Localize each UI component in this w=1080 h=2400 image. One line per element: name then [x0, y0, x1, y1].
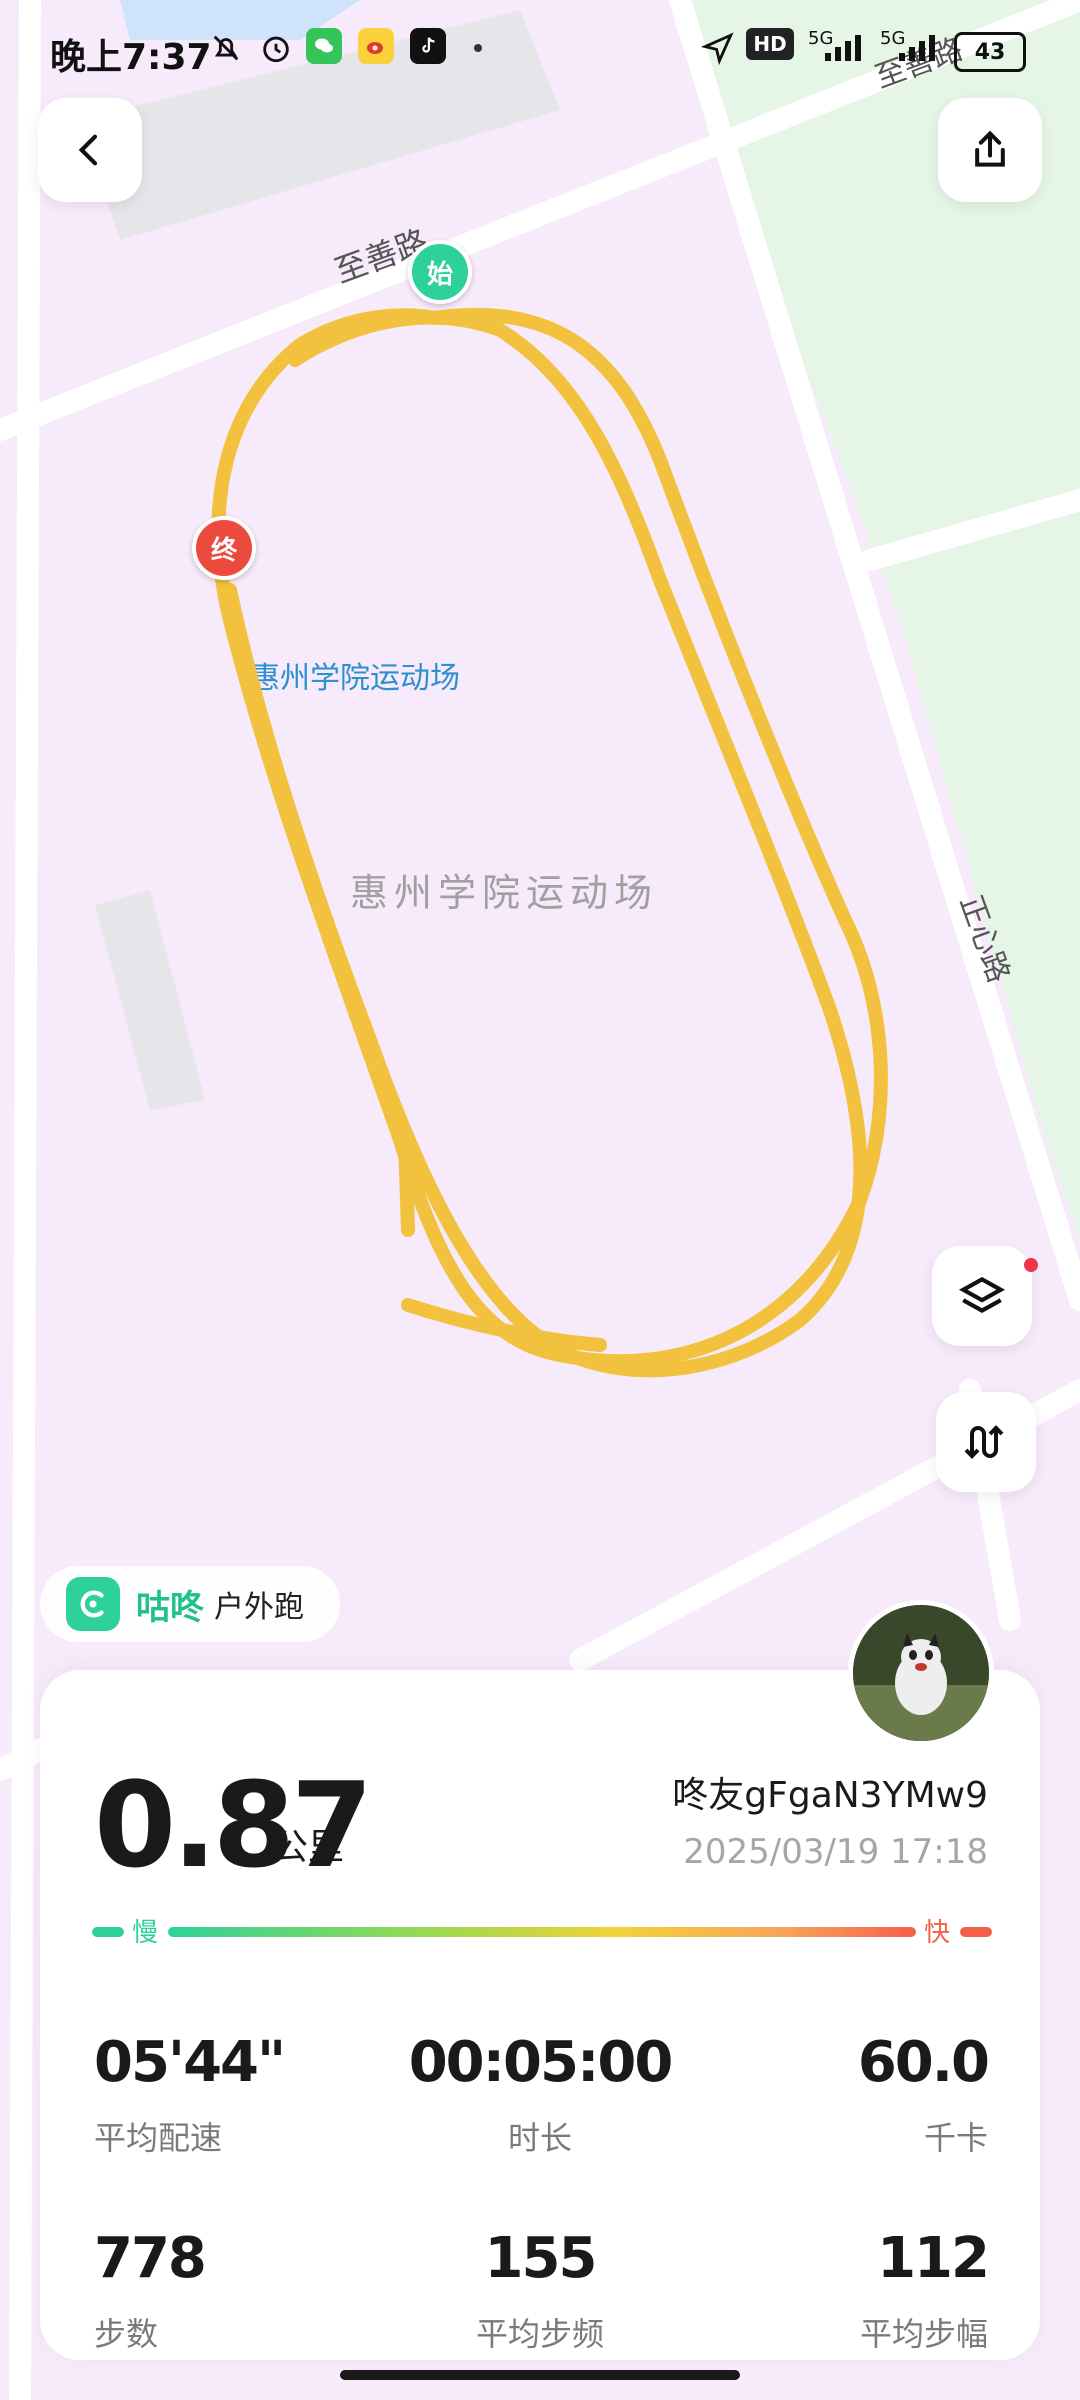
status-time: 晚上7:37 [50, 37, 212, 78]
hd-icon: HD [746, 28, 794, 60]
venue-label-gray: 惠州学院运动场 [350, 873, 658, 915]
summary-card: 0.87 公里 咚友gFgaN3YMw9 2025/03/19 17:18 慢 … [40, 1670, 1040, 2360]
notification-dot-icon [474, 44, 482, 52]
pace-legend: 慢 快 [92, 1912, 992, 1948]
stat-label: 平均配速 [94, 2119, 223, 2157]
wechat-icon [306, 28, 342, 64]
map-layers-button[interactable] [932, 1246, 1032, 1346]
brand-chip: 咕咚 户外跑 [40, 1566, 340, 1642]
pace-fast-label: 快 [923, 1918, 950, 1948]
alarm-icon [256, 28, 296, 68]
stat-label: 千卡 [923, 2119, 988, 2157]
chevron-left-icon [78, 134, 98, 166]
stat-label: 平均步幅 [859, 2315, 988, 2353]
pace-gradient [168, 1927, 916, 1937]
stat-calories: 60.0 千卡 [857, 2030, 990, 2159]
signal-icon-2 [896, 28, 946, 68]
end-marker-label: 终 [210, 535, 237, 566]
stat-value: 112 [877, 2226, 990, 2291]
layers-notification-dot-icon [1024, 1258, 1038, 1272]
stat-value: 05'44" [94, 2030, 286, 2095]
activity-datetime: 2025/03/19 17:18 [683, 1832, 988, 1872]
stat-label: 步数 [94, 2315, 159, 2353]
start-marker-label: 始 [426, 259, 453, 290]
battery-level: 43 [974, 39, 1006, 65]
mute-bell-icon [206, 28, 246, 68]
route-replay-button[interactable] [936, 1392, 1036, 1492]
pace-slow-label: 慢 [132, 1918, 159, 1948]
stat-value: 60.0 [857, 2030, 990, 2095]
pace-fast-swatch [960, 1927, 992, 1937]
end-marker: 终 [192, 516, 256, 580]
venue-label-blue: 惠州学院运动场 [250, 662, 460, 695]
stat-value: 155 [484, 2226, 598, 2291]
share-button[interactable] [938, 98, 1042, 202]
avatar[interactable] [848, 1600, 994, 1746]
tiktok-icon [410, 28, 446, 64]
stat-stride: 112 平均步幅 [859, 2226, 990, 2355]
wave-route-icon [964, 1425, 1004, 1459]
share-icon [975, 130, 1005, 167]
signal-icon-1 [822, 28, 872, 68]
stat-duration: 00:05:00 时长 [370, 2030, 710, 2159]
back-button[interactable] [38, 98, 142, 202]
brand-name: 咕咚 [136, 1587, 204, 1628]
distance-unit: 公里 [272, 1827, 345, 1868]
location-arrow-icon [698, 28, 738, 68]
stat-label: 平均步频 [475, 2315, 604, 2353]
cat-avatar-icon [853, 1605, 989, 1741]
stat-value: 00:05:00 [408, 2030, 674, 2095]
stat-value: 778 [94, 2226, 207, 2291]
stat-steps: 778 步数 [94, 2226, 207, 2355]
layers-icon [958, 1276, 1006, 1313]
pace-slow-swatch [92, 1927, 124, 1937]
weibo-icon [358, 28, 394, 64]
status-bar: 晚上7:37 HD 5G 5G 43 [0, 0, 1080, 100]
stat-cadence: 155 平均步频 [370, 2226, 710, 2355]
battery-icon: 43 [954, 32, 1026, 72]
stat-label: 时长 [507, 2119, 572, 2157]
user-name[interactable]: 咚友gFgaN3YMw9 [672, 1766, 988, 1818]
home-indicator[interactable] [340, 2370, 740, 2380]
codoon-logo-icon [66, 1577, 120, 1631]
stat-avg-pace: 05'44" 平均配速 [94, 2030, 286, 2159]
start-marker: 始 [408, 240, 472, 304]
activity-type: 户外跑 [214, 1590, 304, 1625]
